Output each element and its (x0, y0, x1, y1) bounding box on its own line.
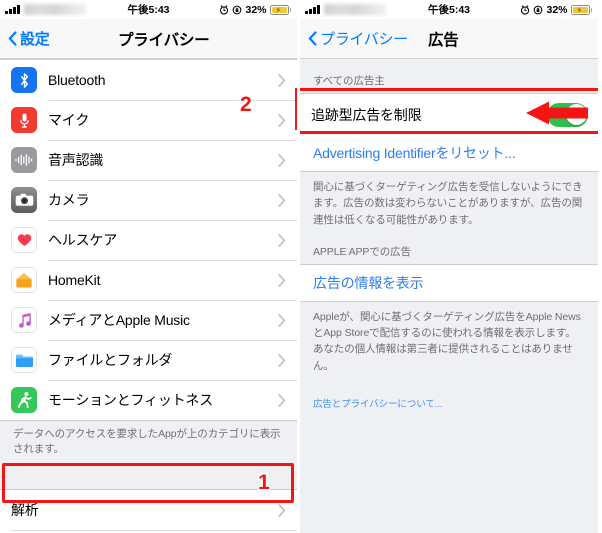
list-item-label: カメラ (48, 192, 90, 208)
analytics-ads-group: 解析 広告 (0, 489, 297, 533)
reset-identifier-group: Advertising Identifierをリセット... (300, 135, 598, 172)
left-scroll-area[interactable]: Bluetooth マイク 音声認識 カメラ ヘルスケア HomeKit メディ… (0, 59, 297, 533)
list-item-microphone[interactable]: マイク (0, 100, 297, 140)
list-item-label: Bluetooth (48, 72, 106, 88)
list-item-label: モーションとフィットネス (48, 392, 214, 408)
list-item-bluetooth[interactable]: Bluetooth (0, 60, 297, 100)
homekit-house-icon (11, 267, 37, 293)
section-header-apple-app-ads: APPLE APPでの広告 (313, 245, 411, 258)
battery-percent-label: 32% (245, 3, 267, 16)
chevron-right-icon (278, 313, 286, 327)
list-item-label: マイク (48, 112, 90, 128)
status-bar-left-group (5, 4, 86, 15)
list-item-label: 音声認識 (48, 152, 104, 168)
music-note-icon (11, 307, 37, 333)
motion-fitness-icon (11, 387, 37, 413)
chevron-right-icon (278, 73, 286, 87)
chevron-right-icon (278, 153, 286, 167)
limit-ad-tracking-toggle[interactable] (547, 102, 588, 127)
privacy-categories-group: Bluetooth マイク 音声認識 カメラ ヘルスケア HomeKit メディ… (0, 59, 297, 421)
chevron-right-icon (278, 393, 286, 407)
list-item-speech-recognition[interactable]: 音声認識 (0, 140, 297, 180)
privacy-footnote: データへのアクセスを要求したAppが上のカテゴリに表示されます。 (13, 428, 281, 456)
list-item-label: メディアとApple Music (48, 312, 190, 328)
list-item-label: ヘルスケア (48, 232, 117, 248)
chevron-right-icon (278, 193, 286, 207)
chevron-right-icon (278, 233, 286, 247)
chevron-right-icon (278, 273, 286, 287)
toggle-knob (565, 104, 587, 125)
view-ad-info-group: 広告の情報を表示 (300, 263, 598, 302)
rotation-lock-icon (233, 5, 242, 14)
limit-ad-tracking-row[interactable]: 追跡型広告を制限 (300, 94, 598, 135)
bluetooth-icon (11, 67, 37, 93)
nav-bar-left: 設定 プライバシー (0, 19, 297, 59)
back-button-label: 設定 (20, 31, 50, 48)
list-item-label: HomeKit (48, 272, 101, 288)
microphone-icon (11, 107, 37, 133)
chevron-left-icon (8, 31, 17, 46)
signal-bars-icon (5, 5, 20, 14)
battery-charging-icon: ⚡ (269, 4, 291, 15)
list-item-media-apple-music[interactable]: メディアとApple Music (0, 300, 297, 340)
alarm-clock-icon (521, 4, 530, 15)
health-heart-icon (11, 227, 37, 253)
signal-bars-icon (305, 5, 320, 14)
description-apple-app-ads: Appleが、関心に基づくターゲティング広告をApple NewsとApp St… (313, 310, 581, 372)
chevron-left-icon (308, 31, 317, 46)
camera-icon (11, 187, 37, 213)
list-item-motion-fitness[interactable]: モーションとフィットネス (0, 380, 297, 420)
folder-icon (11, 347, 37, 373)
list-item-label: 解析 (11, 502, 39, 519)
page-title-privacy: プライバシー (118, 31, 210, 49)
list-item-analytics[interactable]: 解析 (0, 490, 297, 531)
view-ad-information-link[interactable]: 広告の情報を表示 (300, 264, 598, 301)
dual-screenshot-container: 午後5:43 32% ⚡ 設定 プライバシー Bluetooth マイク 音声認… (0, 0, 602, 533)
back-button-settings[interactable]: 設定 (8, 28, 50, 49)
speech-recognition-icon (11, 147, 37, 173)
status-bar-right-group: 32% ⚡ (219, 4, 291, 16)
status-bar-right: 午後5:43 32% ⚡ (300, 0, 598, 19)
chevron-right-icon (278, 504, 286, 517)
right-scroll-area[interactable]: すべての広告主 追跡型広告を制限 Advertising Identifierを… (300, 59, 598, 533)
list-item-health[interactable]: ヘルスケア (0, 220, 297, 260)
left-phone-screen: 午後5:43 32% ⚡ 設定 プライバシー Bluetooth マイク 音声認… (0, 0, 298, 533)
carrier-name-redacted (23, 4, 86, 15)
chevron-right-icon (278, 113, 286, 127)
limit-ad-tracking-label: 追跡型広告を制限 (311, 106, 422, 123)
page-title-advertising: 広告 (428, 31, 459, 49)
list-item-homekit[interactable]: HomeKit (0, 260, 297, 300)
list-item-files-folders[interactable]: ファイルとフォルダ (0, 340, 297, 380)
list-item-camera[interactable]: カメラ (0, 180, 297, 220)
section-header-all-advertisers: すべての広告主 (313, 75, 385, 87)
description-limit-ad-tracking: 関心に基づくターゲティング広告を受信しないようにできます。広告の数は変わらないこ… (313, 181, 583, 226)
about-ads-and-privacy-link[interactable]: 広告とプライバシーについて... (300, 374, 598, 410)
list-item-label: ファイルとフォルダ (48, 352, 173, 368)
right-phone-screen: 午後5:43 32% ⚡ プライバシー 広告 すべての広告主 追跡型広告を制限 … (300, 0, 598, 533)
rotation-lock-icon (534, 5, 543, 14)
status-bar-left: 午後5:43 32% ⚡ (0, 0, 297, 19)
nav-bar-right: プライバシー 広告 (300, 19, 598, 59)
chevron-right-icon (278, 353, 286, 367)
reset-advertising-identifier-link[interactable]: Advertising Identifierをリセット... (300, 135, 598, 171)
battery-charging-icon: ⚡ (570, 4, 592, 15)
back-button-privacy[interactable]: プライバシー (308, 28, 408, 49)
battery-percent-label: 32% (546, 3, 568, 16)
status-bar-left-group (305, 4, 386, 15)
alarm-clock-icon (220, 4, 229, 15)
status-bar-right-group: 32% ⚡ (520, 4, 592, 16)
back-button-label: プライバシー (320, 31, 408, 48)
carrier-name-redacted (323, 4, 386, 15)
limit-ad-tracking-group: 追跡型広告を制限 (300, 93, 598, 136)
